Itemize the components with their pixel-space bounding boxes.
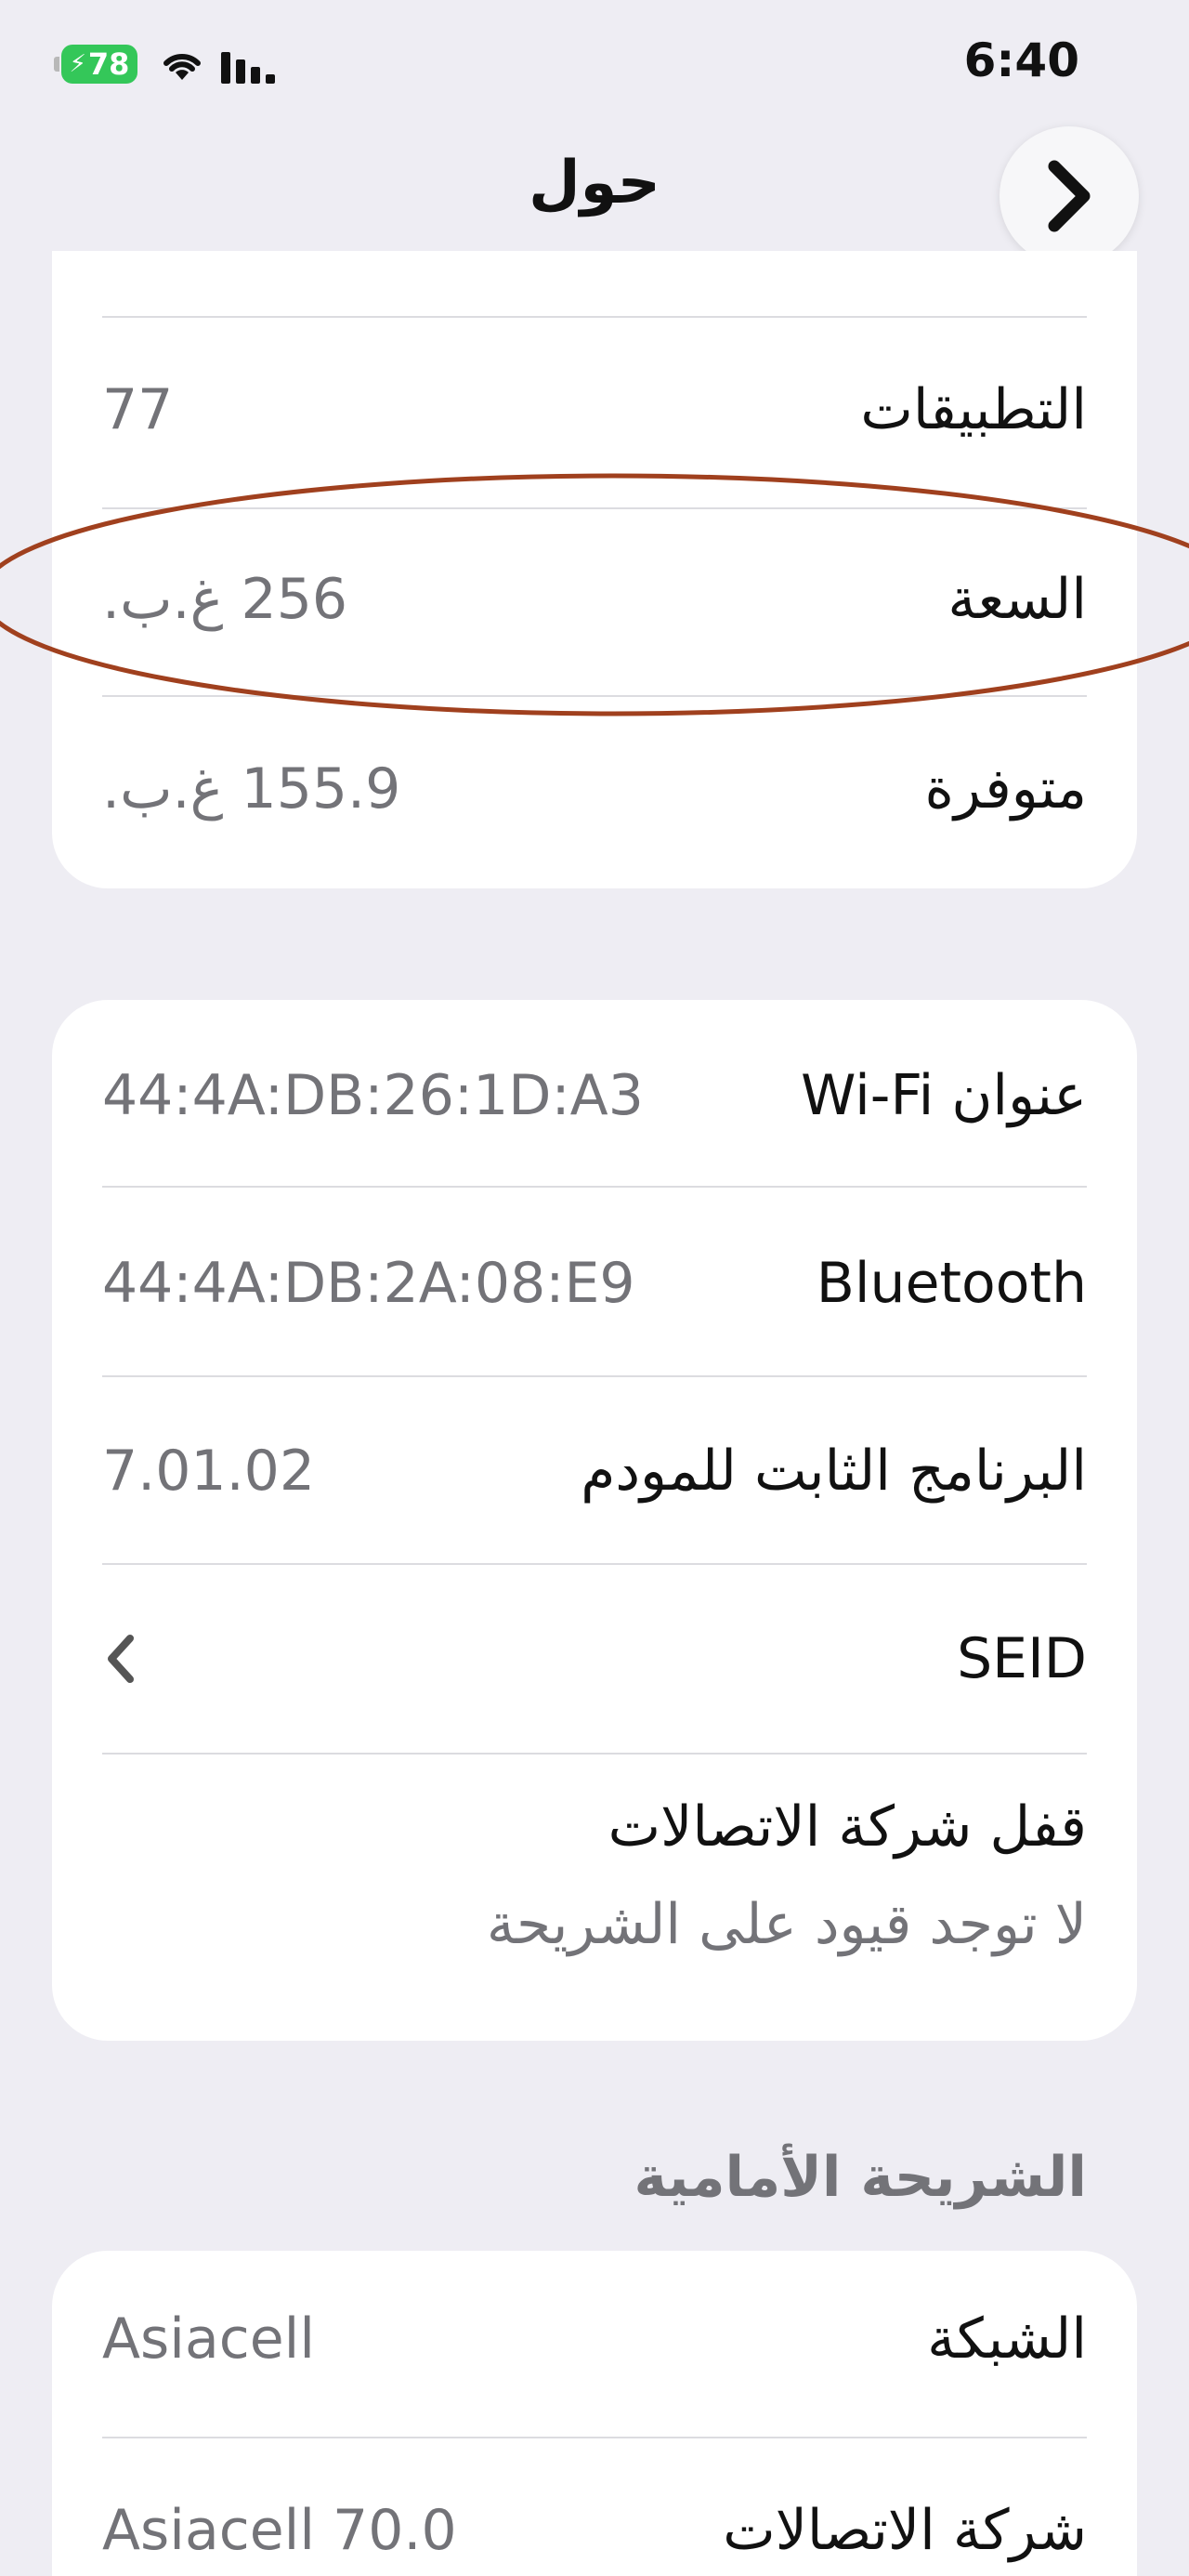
network-row: الشبكة Asiacell xyxy=(102,2269,1087,2409)
seid-label: SEID xyxy=(957,1626,1087,1691)
divider xyxy=(102,507,1087,509)
modem-firmware-label: البرنامج الثابت للمودم xyxy=(581,1439,1087,1504)
divider xyxy=(102,1753,1087,1755)
available-row: متوفرة 155.9 غ.ب. xyxy=(102,719,1087,859)
carrier-value: Asiacell 70.0 xyxy=(102,2498,457,2563)
capacity-value: 256 غ.ب. xyxy=(102,567,348,632)
modem-firmware-row: البرنامج الثابت للمودم 7.01.02 xyxy=(102,1401,1087,1541)
divider xyxy=(102,2437,1087,2438)
carrier-label: شركة الاتصالات xyxy=(723,2498,1087,2563)
available-label: متوفرة xyxy=(924,756,1087,821)
apps-value: 77 xyxy=(102,377,174,442)
charging-bolt-icon: ⚡ xyxy=(69,50,86,78)
status-bar: ⚡ 78 6:40 xyxy=(0,0,1189,130)
storage-card: التطبيقات 77 السعة 256 غ.ب. متوفرة 155.9… xyxy=(52,251,1137,888)
apps-label: التطبيقات xyxy=(860,377,1087,442)
chevron-right-icon xyxy=(1048,160,1091,232)
divider xyxy=(102,1186,1087,1188)
carrier-lock-row: قفل شركة الاتصالات لا توجد قيود على الشر… xyxy=(102,1781,1087,1976)
bluetooth-row: Bluetooth 44:4A:DB:2A:08:E9 xyxy=(102,1214,1087,1353)
bluetooth-value: 44:4A:DB:2A:08:E9 xyxy=(102,1251,635,1316)
carrier-row: شركة الاتصالات Asiacell 70.0 xyxy=(102,2461,1087,2576)
apps-row: التطبيقات 77 xyxy=(102,340,1087,480)
battery-level: 78 xyxy=(87,46,130,82)
bluetooth-label: Bluetooth xyxy=(816,1251,1087,1316)
seid-row[interactable]: SEID xyxy=(102,1589,1087,1728)
divider xyxy=(102,1375,1087,1377)
front-sim-card: الشبكة Asiacell شركة الاتصالات Asiacell … xyxy=(52,2251,1137,2576)
wifi-address-row: عنوان Wi-Fi 44:4A:DB:26:1D:A3 xyxy=(102,1026,1087,1165)
carrier-lock-value: لا توجد قيود على الشريحة xyxy=(486,1892,1087,1957)
capacity-row: السعة 256 غ.ب. xyxy=(102,530,1087,669)
network-label: الشبكة xyxy=(927,2307,1087,2372)
network-info-card: عنوان Wi-Fi 44:4A:DB:26:1D:A3 Bluetooth … xyxy=(52,1000,1137,2041)
wifi-address-value: 44:4A:DB:26:1D:A3 xyxy=(102,1063,644,1128)
divider xyxy=(102,1563,1087,1565)
network-value: Asiacell xyxy=(102,2307,315,2372)
battery-indicator: ⚡ 78 xyxy=(54,45,137,84)
available-value: 155.9 غ.ب. xyxy=(102,756,401,821)
chevron-left-icon xyxy=(108,1635,134,1683)
modem-firmware-value: 7.01.02 xyxy=(102,1439,316,1504)
section-header-front-sim: الشريحة الأمامية xyxy=(634,2145,1087,2210)
wifi-address-label: عنوان Wi-Fi xyxy=(801,1063,1087,1128)
capacity-label: السعة xyxy=(947,567,1087,632)
wifi-icon xyxy=(163,53,201,80)
carrier-lock-label: قفل شركة الاتصالات xyxy=(608,1794,1087,1860)
cellular-signal-icon xyxy=(221,46,279,84)
divider xyxy=(102,316,1087,318)
status-time: 6:40 xyxy=(963,33,1079,87)
divider xyxy=(102,695,1087,697)
back-button[interactable] xyxy=(1000,126,1139,266)
